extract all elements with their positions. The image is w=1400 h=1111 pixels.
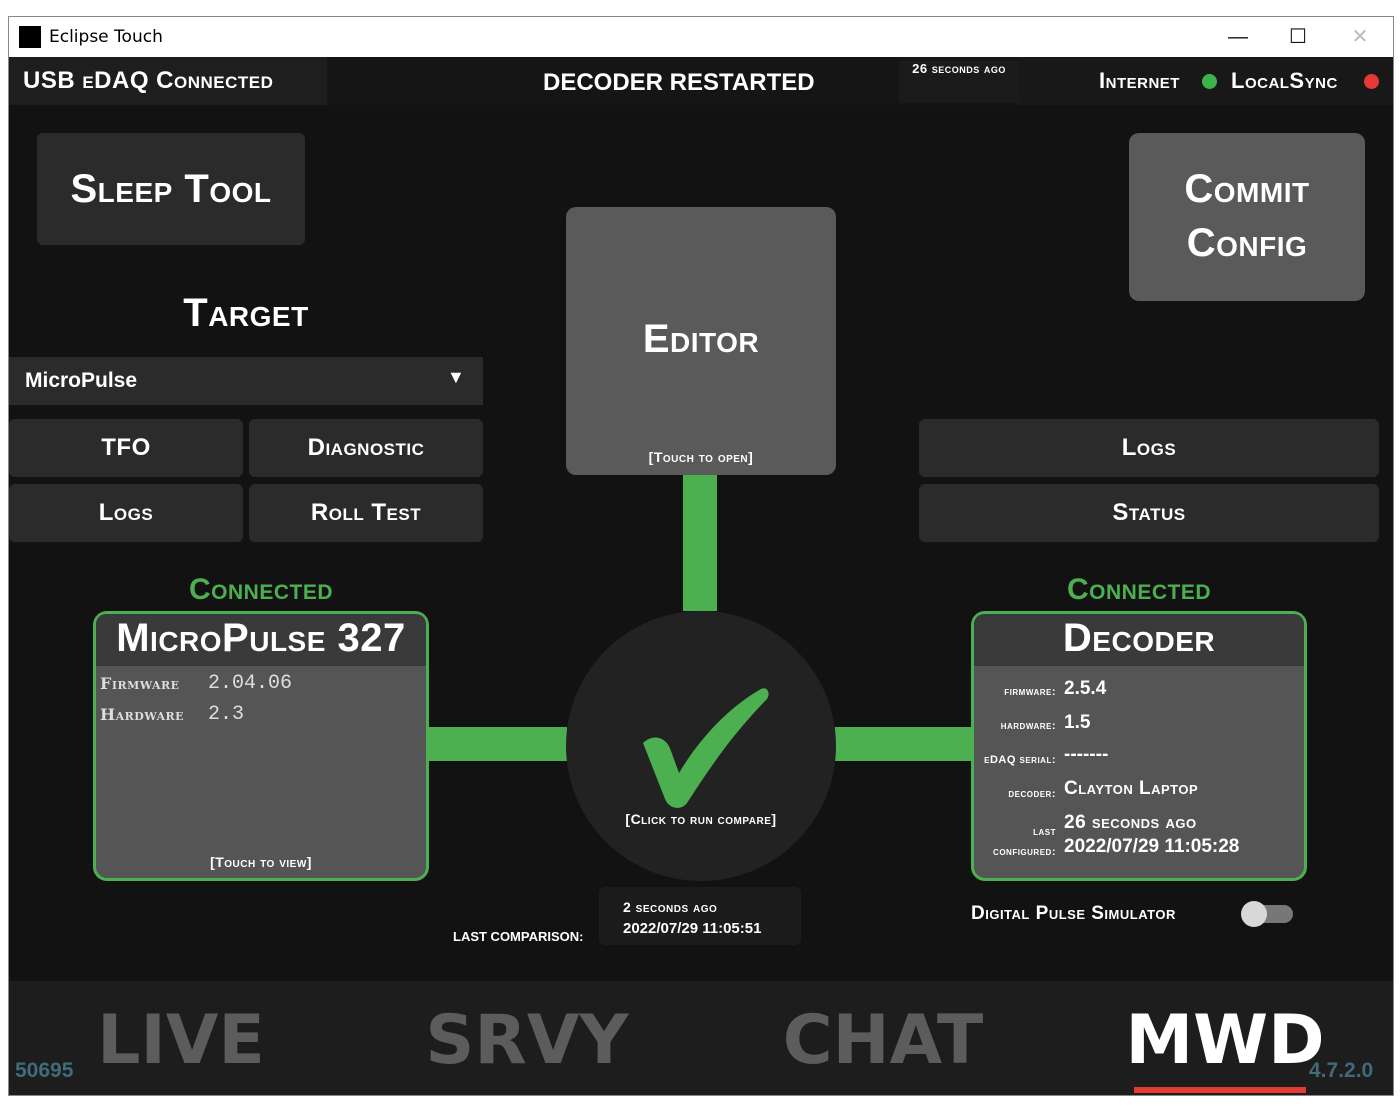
- window-title: Eclipse Touch: [49, 27, 163, 47]
- decoder-name-value: Clayton Laptop: [1064, 778, 1199, 799]
- micropulse-hardware-value: 2.3: [208, 703, 245, 726]
- tab-live[interactable]: LIVE: [71, 1001, 291, 1080]
- internet-status-icon: [1202, 74, 1217, 89]
- decoder-title: Decoder: [1062, 616, 1216, 660]
- check-icon: [643, 688, 769, 808]
- target-dropdown[interactable]: MicroPulse ▼: [9, 357, 483, 405]
- target-dropdown-value: MicroPulse: [25, 369, 138, 392]
- app-icon: [19, 26, 41, 48]
- tab-chat[interactable]: CHAT: [763, 1001, 1003, 1080]
- last-comparison-panel: 2 seconds ago 2022/07/29 11:05:51: [599, 887, 801, 945]
- last-comparison-ago: 2 seconds ago: [623, 899, 718, 915]
- decoder-hardware-label: hardware:: [1000, 720, 1056, 732]
- title-bar: Eclipse Touch — ☐ ✕: [9, 17, 1393, 57]
- roll-test-button[interactable]: Roll Test: [249, 484, 483, 542]
- decoder-card[interactable]: Decoder firmware: 2.5.4 hardware: 1.5 eD…: [971, 611, 1307, 881]
- toggle-knob: [1241, 901, 1267, 927]
- last-comparison-label: LAST COMPARISON:: [453, 929, 584, 944]
- micropulse-hint: [Touch to view]: [210, 854, 312, 870]
- usb-status-panel: USB eDAQ Connected: [9, 57, 327, 105]
- commit-config-button[interactable]: Commit Config: [1129, 133, 1365, 301]
- micropulse-card[interactable]: MicroPulse 327 Firmware 2.04.06 Hardware…: [93, 611, 429, 881]
- tfo-button[interactable]: TFO: [9, 419, 243, 477]
- right-logs-button[interactable]: Logs: [919, 419, 1379, 477]
- decoder-edaq-serial-label: eDAQ serial:: [984, 754, 1056, 766]
- micropulse-title: MicroPulse 327: [116, 616, 406, 660]
- decoder-hardware-value: 1.5: [1064, 712, 1091, 733]
- close-button[interactable]: ✕: [1337, 21, 1383, 53]
- decoder-last-label: last: [1033, 826, 1056, 838]
- decoder-link-bar: [835, 727, 975, 761]
- decoder-last-ago: 26 seconds ago: [1064, 812, 1197, 833]
- maximize-button[interactable]: ☐: [1275, 21, 1321, 53]
- bottom-nav: 50695 LIVE SRVY CHAT MWD 4.7.2.0: [9, 981, 1393, 1095]
- decoder-name-label: decoder:: [1008, 788, 1056, 800]
- micropulse-firmware-value: 2.04.06: [208, 672, 293, 695]
- localsync-label: LocalSync: [1231, 68, 1338, 93]
- diagnostic-button[interactable]: Diagnostic: [249, 419, 483, 477]
- target-label: Target: [183, 291, 309, 335]
- digital-pulse-simulator-toggle[interactable]: [1241, 900, 1293, 928]
- config-label: Config: [1186, 221, 1308, 265]
- active-tab-indicator: [1134, 1087, 1306, 1093]
- micropulse-card-header: MicroPulse 327: [96, 614, 426, 666]
- status-message: DECODER RESTARTED: [543, 69, 815, 96]
- decoder-firmware-value: 2.5.4: [1064, 678, 1107, 699]
- editor-link-bar: [683, 475, 717, 611]
- status-bar: USB eDAQ Connected DECODER RESTARTED 26 …: [9, 57, 1393, 105]
- decoder-configured-label: configured:: [993, 846, 1056, 858]
- status-button[interactable]: Status: [919, 484, 1379, 542]
- micropulse-connection-status: Connected: [188, 573, 333, 606]
- compare-hint: [Click to run compare]: [625, 811, 777, 827]
- left-counter: 50695: [15, 1059, 74, 1082]
- commit-label: Commit: [1184, 167, 1310, 211]
- app-content: USB eDAQ Connected DECODER RESTARTED 26 …: [9, 57, 1393, 1095]
- micropulse-firmware-label: Firmware: [100, 674, 180, 693]
- micropulse-hardware-label: Hardware: [100, 705, 185, 724]
- left-logs-button[interactable]: Logs: [9, 484, 243, 542]
- tab-mwd[interactable]: MWD: [1115, 1001, 1335, 1080]
- usb-status-text: USB eDAQ Connected: [23, 67, 274, 94]
- tab-srvy[interactable]: SRVY: [417, 1001, 637, 1080]
- chevron-down-icon: ▼: [447, 367, 465, 387]
- editor-label: Editor: [642, 317, 760, 361]
- minimize-button[interactable]: —: [1215, 21, 1261, 53]
- decoder-connection-status: Connected: [1066, 573, 1211, 606]
- micropulse-link-bar: [429, 727, 567, 761]
- last-comparison-timestamp: 2022/07/29 11:05:51: [623, 920, 762, 937]
- digital-pulse-simulator-label: Digital Pulse Simulator: [971, 903, 1176, 924]
- decoder-edaq-serial-value: -------: [1064, 744, 1109, 765]
- editor-hint: [Touch to open]: [648, 449, 754, 465]
- compare-button[interactable]: [Click to run compare]: [566, 611, 836, 881]
- decoder-card-header: Decoder: [974, 614, 1304, 666]
- status-time-ago: 26 seconds ago: [899, 61, 1019, 103]
- decoder-last-timestamp: 2022/07/29 11:05:28: [1064, 836, 1240, 857]
- localsync-status-icon: [1364, 74, 1379, 89]
- app-version: 4.7.2.0: [1309, 1059, 1374, 1082]
- decoder-firmware-label: firmware:: [1004, 686, 1056, 698]
- editor-button[interactable]: Editor [Touch to open]: [566, 207, 836, 475]
- sleep-tool-button[interactable]: Sleep Tool: [37, 133, 305, 245]
- internet-label: Internet: [1099, 68, 1180, 93]
